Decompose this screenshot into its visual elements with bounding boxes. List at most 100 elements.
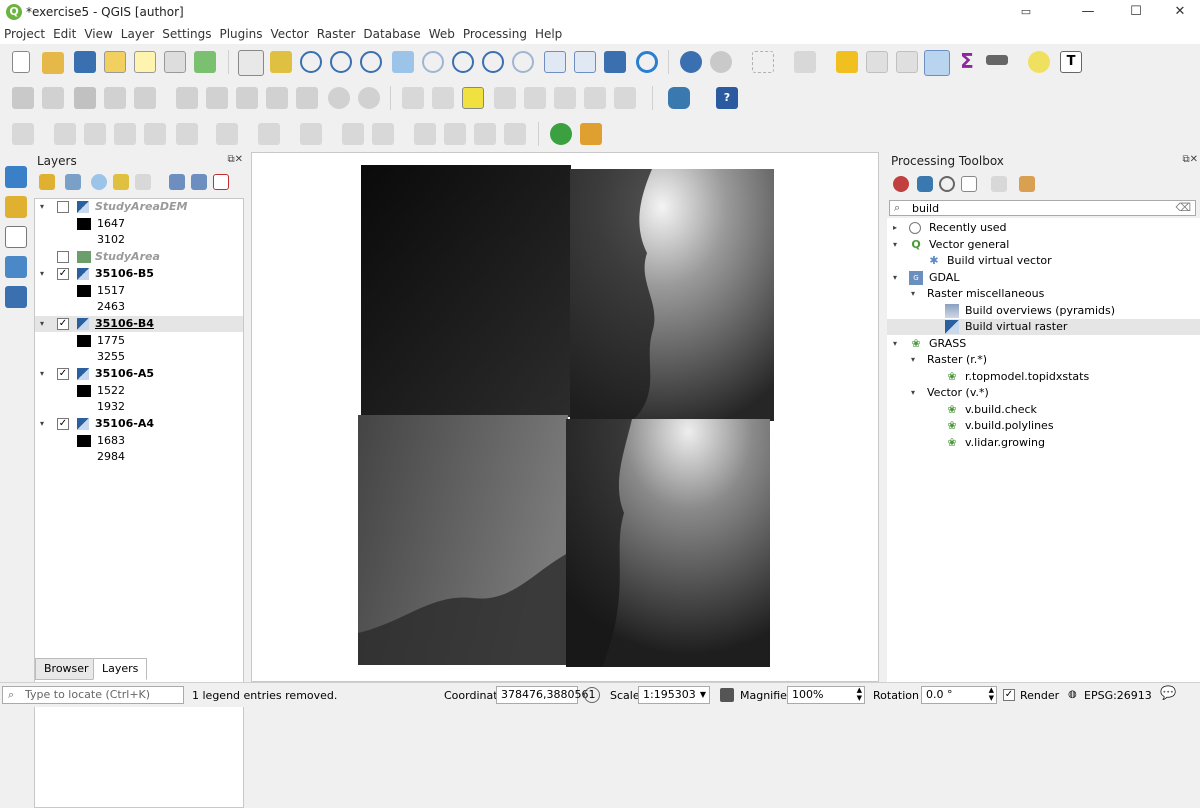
- measure-line-icon[interactable]: [986, 55, 1008, 65]
- bookmark-icon[interactable]: [604, 51, 626, 73]
- locator-input[interactable]: ⌕ Type to locate (Ctrl+K): [2, 686, 184, 704]
- deselect-all-icon[interactable]: [836, 51, 858, 73]
- magnifier-field[interactable]: 100% ▲ ▼: [787, 686, 865, 704]
- menu-settings[interactable]: Settings: [158, 24, 215, 41]
- zoom-locate-icon[interactable]: [550, 123, 572, 145]
- text-annotation-icon[interactable]: T: [1060, 51, 1082, 73]
- tree-algorithm-build-virtual-raster[interactable]: Build virtual raster: [887, 319, 1200, 335]
- rotation-field[interactable]: 0.0 ° ▲ ▼: [921, 686, 997, 704]
- georeferencer-icon[interactable]: [580, 123, 602, 145]
- toolbox-search-input[interactable]: ⌕ build ⌫: [889, 200, 1196, 216]
- tree-algorithm-v-build-polylines[interactable]: ❀ v.build.polylines: [887, 418, 1200, 434]
- layer-row-35106-b5[interactable]: ▾ ✓ 35106-B5: [35, 266, 243, 282]
- layer-visibility-checkbox[interactable]: [57, 251, 69, 263]
- collapse-arrow-icon[interactable]: ▾: [911, 286, 915, 302]
- tree-algorithm-build-virtual-vector[interactable]: ✱ Build virtual vector: [887, 253, 1200, 269]
- map-tips-icon[interactable]: [1028, 51, 1050, 73]
- layer-visibility-checkbox[interactable]: ✓: [57, 268, 69, 280]
- statistical-summary-sigma-icon[interactable]: Σ: [956, 49, 978, 73]
- tree-algorithm-build-overviews[interactable]: Build overviews (pyramids): [887, 303, 1200, 319]
- merge-features-icon[interactable]: [444, 123, 466, 145]
- history-clock-icon[interactable]: [939, 176, 955, 192]
- layer-visibility-checkbox[interactable]: ✓: [57, 418, 69, 430]
- remove-layer-icon[interactable]: [213, 174, 229, 190]
- save-project-icon[interactable]: [74, 51, 96, 73]
- add-vector-layer-icon[interactable]: [5, 196, 27, 218]
- scale-field[interactable]: 1:195303 ▼: [638, 686, 710, 704]
- split-parts-icon[interactable]: [414, 123, 436, 145]
- add-wms-layer-icon[interactable]: [5, 286, 27, 308]
- rotate-point-symbols-icon[interactable]: [504, 123, 526, 145]
- tree-group-vector-general[interactable]: ▾ Q Vector general: [887, 237, 1200, 253]
- zoom-next-icon[interactable]: [512, 51, 534, 73]
- select-by-value-icon[interactable]: [794, 51, 816, 73]
- collapse-arrow-icon[interactable]: ▾: [40, 366, 44, 382]
- tree-group-vector-v[interactable]: ▾ Vector (v.*): [887, 385, 1200, 401]
- copy-features-icon[interactable]: [266, 87, 288, 109]
- map-canvas[interactable]: [251, 152, 879, 682]
- data-source-manager-icon[interactable]: [5, 166, 27, 188]
- delete-ring-icon[interactable]: [216, 123, 238, 145]
- menu-edit[interactable]: Edit: [49, 24, 80, 41]
- zoom-native-icon[interactable]: [360, 51, 382, 73]
- processing-toolbox-gear-icon[interactable]: [924, 50, 950, 76]
- messages-icon[interactable]: 💬: [1160, 686, 1176, 701]
- zoom-in-icon[interactable]: [300, 51, 322, 73]
- identify-icon[interactable]: [680, 51, 702, 73]
- collapse-arrow-icon[interactable]: ▾: [911, 352, 915, 368]
- layout-manager-icon[interactable]: [164, 51, 186, 73]
- new-map-view-icon[interactable]: [544, 51, 566, 73]
- chevron-down-icon[interactable]: ▼: [700, 687, 706, 703]
- paste-features-icon[interactable]: [296, 87, 318, 109]
- new-print-layout-icon[interactable]: [134, 51, 156, 73]
- style-manager-icon[interactable]: [194, 51, 216, 73]
- filter-by-expression-icon[interactable]: [135, 174, 151, 190]
- layer-labeling-options-icon[interactable]: [462, 87, 484, 109]
- zoom-to-layer-icon[interactable]: [452, 51, 474, 73]
- rotate-label-icon[interactable]: [584, 87, 606, 109]
- crs-button[interactable]: EPSG:26913: [1084, 689, 1152, 702]
- offset-curve-icon[interactable]: [342, 123, 364, 145]
- modify-attributes-icon[interactable]: [176, 87, 198, 109]
- scripts-python-icon[interactable]: [917, 176, 933, 192]
- label-toolbar-icon[interactable]: [432, 87, 454, 109]
- menu-database[interactable]: Database: [359, 24, 424, 41]
- options-wrench-icon[interactable]: [1019, 176, 1035, 192]
- tree-algorithm-r-topmodel-topidxstats[interactable]: ❀ r.topmodel.topidxstats: [887, 369, 1200, 385]
- add-spatialite-icon[interactable]: [5, 256, 27, 278]
- panel-float-close-icon[interactable]: ⧉✕: [1182, 154, 1198, 165]
- menu-plugins[interactable]: Plugins: [215, 24, 266, 41]
- menu-project[interactable]: Project: [0, 24, 49, 41]
- layer-visibility-checkbox[interactable]: ✓: [57, 318, 69, 330]
- panel-float-close-icon[interactable]: ⧉✕: [227, 154, 243, 165]
- menu-vector[interactable]: Vector: [266, 24, 312, 41]
- collapse-arrow-icon[interactable]: ▾: [40, 199, 44, 215]
- tree-algorithm-v-build-check[interactable]: ❀ v.build.check: [887, 402, 1200, 418]
- tree-group-gdal[interactable]: ▾ G GDAL: [887, 270, 1200, 286]
- python-console-icon[interactable]: [668, 87, 690, 109]
- menu-processing[interactable]: Processing: [459, 24, 531, 41]
- collapse-arrow-icon[interactable]: ▾: [893, 237, 897, 253]
- collapse-all-icon[interactable]: [191, 174, 207, 190]
- pan-hand-icon[interactable]: [238, 50, 264, 76]
- expand-arrow-icon[interactable]: ▸: [893, 220, 897, 236]
- fill-ring-icon[interactable]: [176, 123, 198, 145]
- simplify-feature-icon[interactable]: [84, 123, 106, 145]
- extents-toggle-icon[interactable]: [584, 687, 600, 703]
- layer-row-35106-b4[interactable]: ▾ ✓ 35106-B4: [35, 316, 243, 332]
- move-label-icon[interactable]: [554, 87, 576, 109]
- attribute-table-icon[interactable]: [866, 51, 888, 73]
- undo-icon[interactable]: [328, 87, 350, 109]
- tree-group-recently-used[interactable]: ▸ Recently used: [887, 220, 1200, 236]
- menu-view[interactable]: View: [80, 24, 116, 41]
- zoom-out-icon[interactable]: [330, 51, 352, 73]
- collapse-arrow-icon[interactable]: ▾: [40, 416, 44, 432]
- label-toolbar-icon[interactable]: [402, 87, 424, 109]
- spinner-arrows-icon[interactable]: ▲ ▼: [857, 686, 862, 702]
- save-as-icon[interactable]: [104, 51, 126, 73]
- coordinate-field[interactable]: 378476,3880561: [496, 686, 595, 704]
- delete-part-icon[interactable]: [258, 123, 280, 145]
- minimize-button[interactable]: —: [1068, 2, 1108, 22]
- add-feature-icon[interactable]: [104, 87, 126, 109]
- collapse-arrow-icon[interactable]: ▾: [911, 385, 915, 401]
